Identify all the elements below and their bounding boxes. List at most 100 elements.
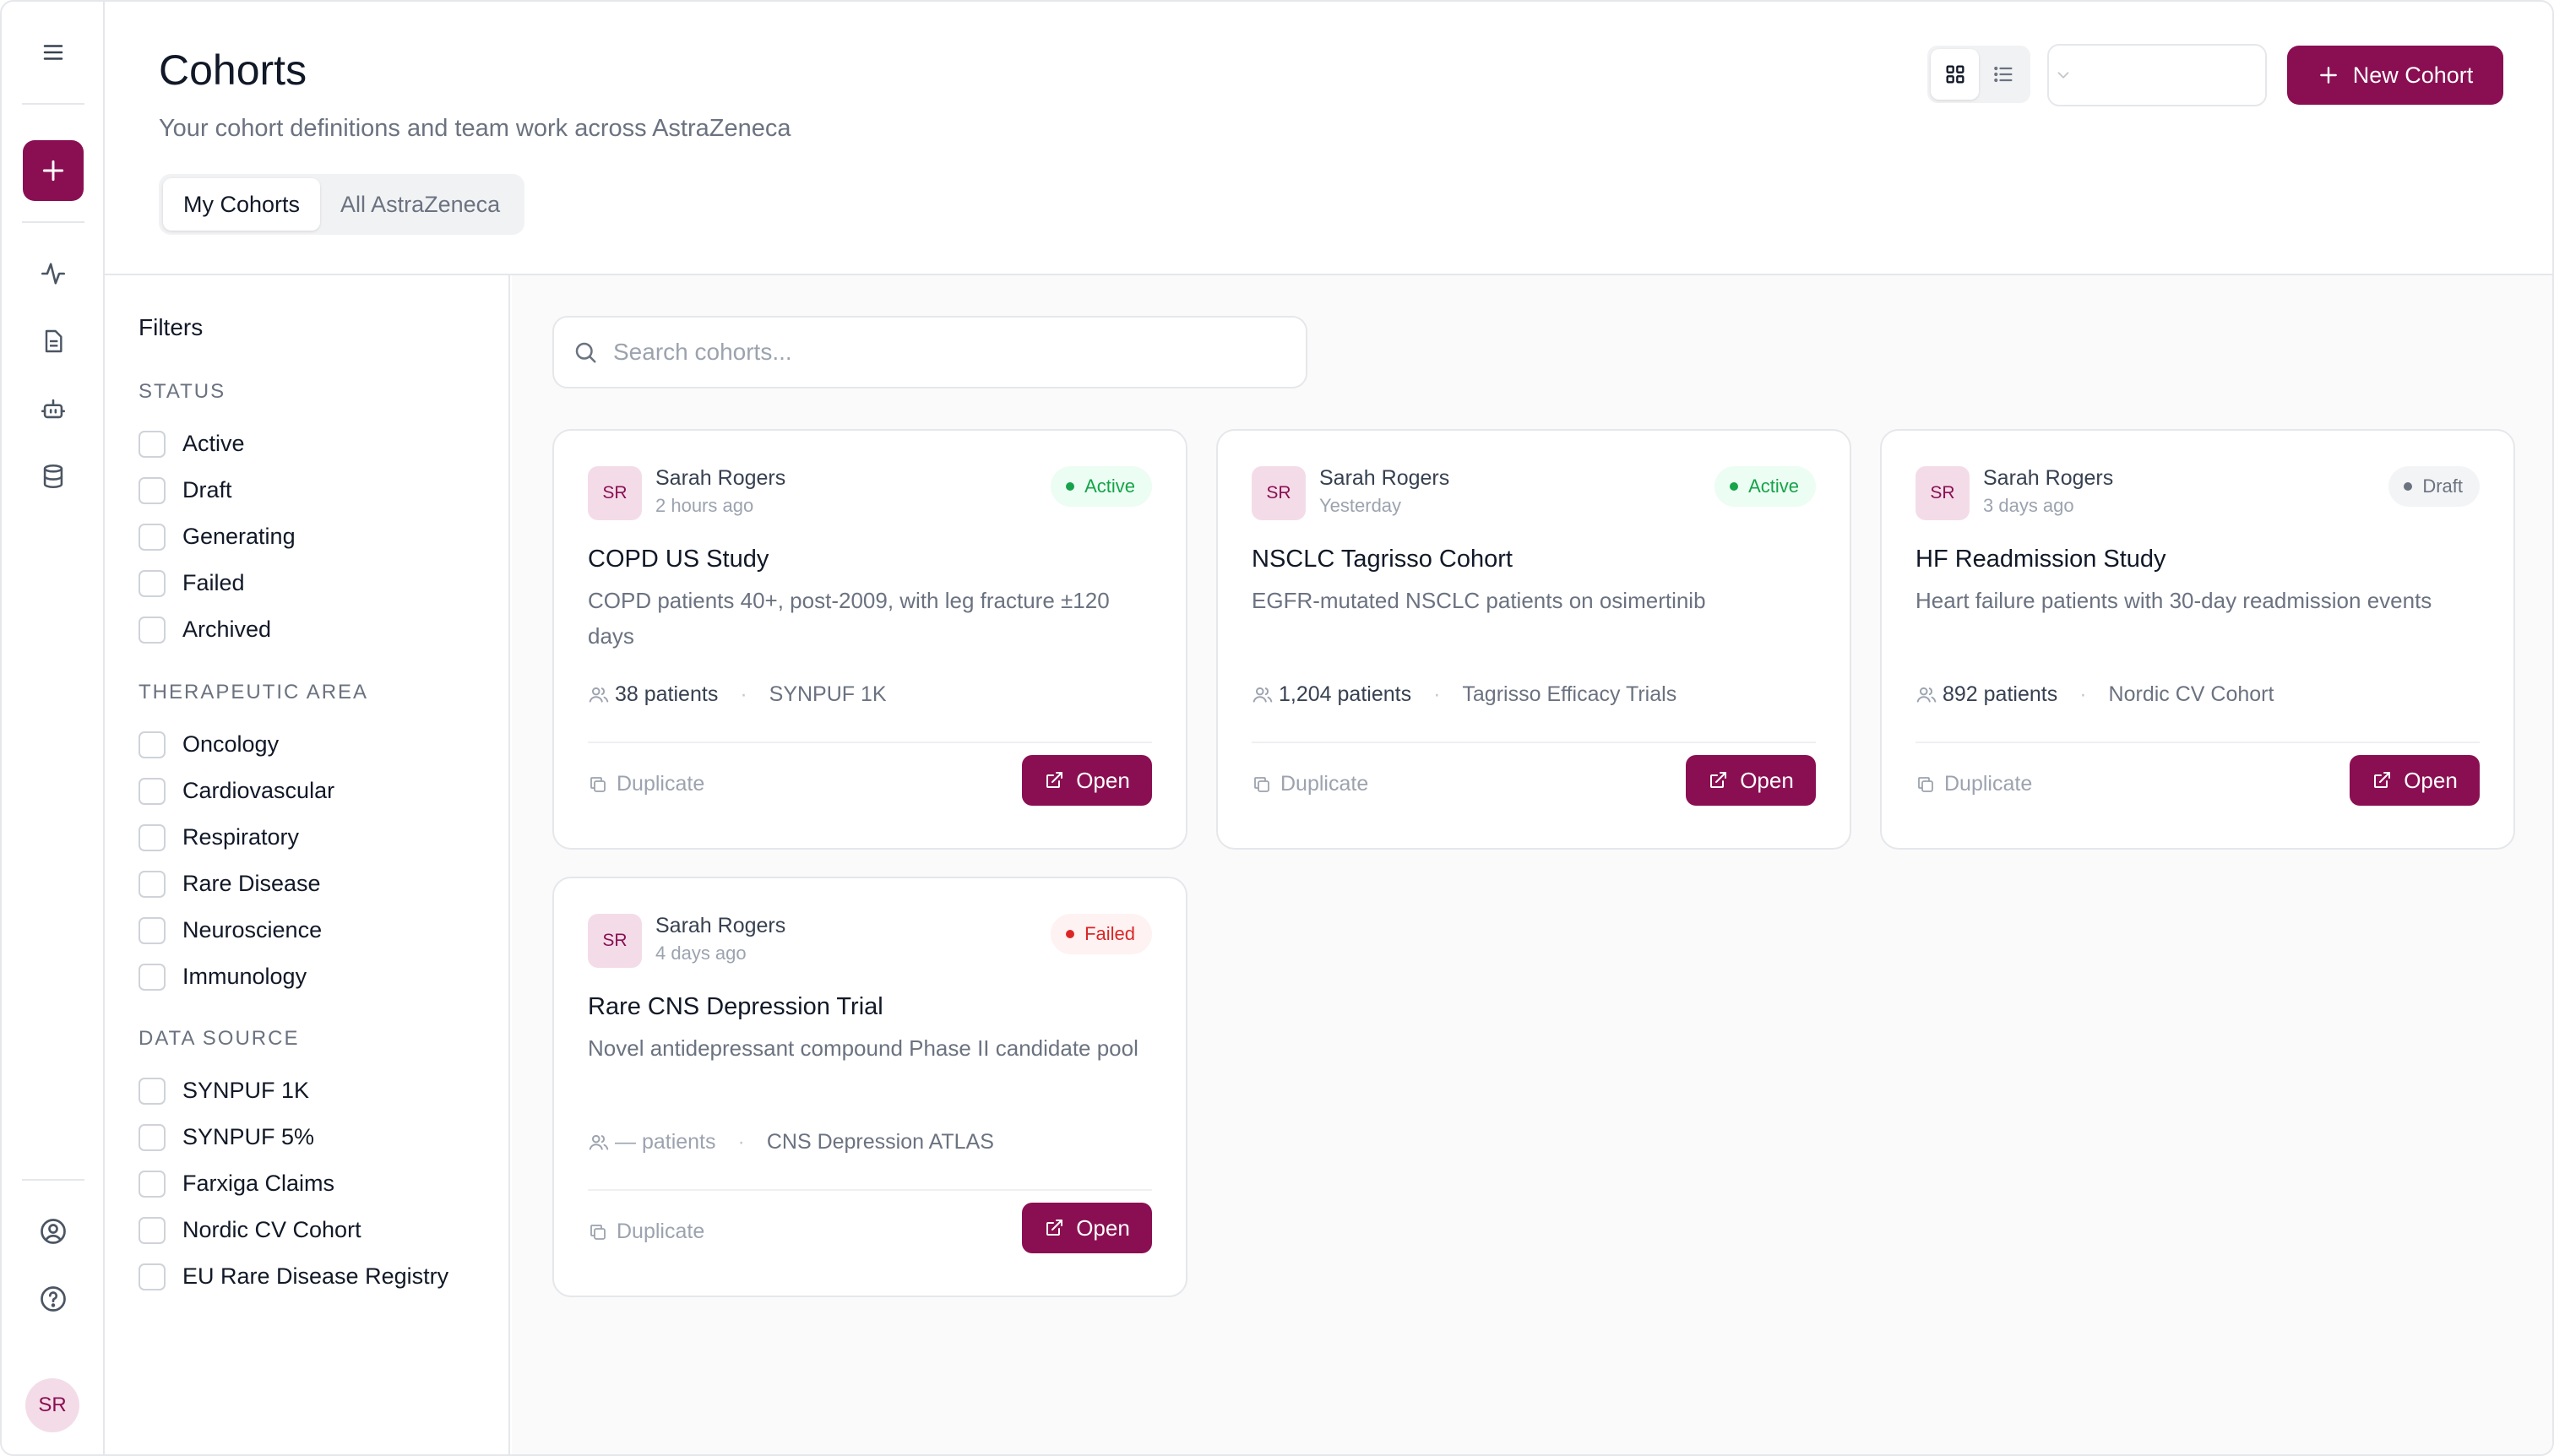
filter-option[interactable]: SYNPUF 5%	[139, 1114, 448, 1160]
filter-option[interactable]: EU Rare Disease Registry	[139, 1253, 448, 1300]
filter-checkbox[interactable]	[139, 731, 166, 758]
status-dot-icon	[1066, 482, 1075, 491]
grid-view-button[interactable]	[1931, 49, 1979, 100]
user-circle-icon[interactable]	[28, 1206, 79, 1257]
cohort-card[interactable]: SR Sarah Rogers Yesterday Active NSCLC Tagri…	[1216, 429, 1851, 850]
tab-my-cohorts[interactable]: My Cohorts	[163, 178, 321, 231]
filters-panel: Filters STATUS Active Draft Generating Faile…	[105, 275, 510, 1454]
filter-option[interactable]: Active	[139, 421, 296, 467]
status-badge: Active	[1051, 466, 1152, 507]
filter-option[interactable]: Nordic CV Cohort	[139, 1207, 448, 1253]
avatar[interactable]: SR	[25, 1378, 79, 1432]
filter-checkbox[interactable]	[139, 823, 166, 851]
activity-icon[interactable]	[28, 248, 79, 299]
plus-icon	[2319, 67, 2337, 84]
meta-separator: ·	[737, 1130, 745, 1154]
filter-option[interactable]: Rare Disease	[139, 861, 368, 907]
filter-label: Failed	[182, 570, 245, 595]
cohort-card[interactable]: SR Sarah Rogers 4 days ago Failed Rare CNS D…	[552, 877, 1187, 1297]
copy-icon	[590, 776, 606, 792]
filter-checkbox[interactable]	[139, 430, 166, 458]
cohort-meta: 38 patients · SYNPUF 1K	[588, 682, 887, 707]
open-button[interactable]: Open	[1022, 1203, 1152, 1253]
meta-separator: ·	[1433, 682, 1441, 706]
open-label: Open	[1076, 767, 1130, 793]
meta-separator: ·	[2079, 682, 2087, 706]
filter-checkbox[interactable]	[139, 963, 166, 991]
new-cohort-button[interactable]: New Cohort	[2287, 46, 2503, 105]
status-label: Active	[1748, 475, 1799, 497]
duplicate-label: Duplicate	[1280, 772, 1369, 796]
database-icon[interactable]	[28, 451, 79, 502]
filter-checkbox[interactable]	[139, 1263, 166, 1290]
open-button[interactable]: Open	[1686, 755, 1816, 806]
robot-icon[interactable]	[28, 383, 79, 434]
filter-label: Immunology	[182, 964, 307, 989]
filter-label: Nordic CV Cohort	[182, 1217, 361, 1242]
status-label: Active	[1084, 475, 1135, 497]
filter-checkbox[interactable]	[139, 1216, 166, 1244]
filter-option[interactable]: Cardiovascular	[139, 768, 368, 814]
filter-option[interactable]: Draft	[139, 467, 296, 513]
filter-checkbox[interactable]	[139, 616, 166, 644]
filter-checkbox[interactable]	[139, 916, 166, 944]
filter-label: SYNPUF 5%	[182, 1124, 315, 1149]
help-icon[interactable]	[28, 1274, 79, 1324]
updated-time: Yesterday	[1319, 495, 1402, 516]
external-link-icon	[1046, 1220, 1063, 1236]
filter-checkbox[interactable]	[139, 777, 166, 805]
status-dot-icon	[2404, 482, 2413, 491]
duplicate-button[interactable]: Duplicate	[1916, 772, 2032, 796]
filter-checkbox[interactable]	[139, 523, 166, 551]
owner-avatar: SR	[588, 466, 642, 520]
filter-option[interactable]: Generating	[139, 513, 296, 560]
users-icon	[1253, 687, 1273, 703]
cohort-title: COPD US Study	[588, 546, 769, 573]
card-divider	[588, 1189, 1152, 1191]
filters-title: Filters	[139, 314, 204, 340]
search-input[interactable]: Search cohorts...	[613, 339, 792, 366]
cohort-grid-area: Search cohorts... SR Sarah Rogers 2 hours …	[512, 275, 2552, 1454]
document-icon[interactable]	[28, 316, 79, 367]
tab-all-astrazeneca[interactable]: All AstraZeneca	[320, 178, 520, 231]
cohort-card[interactable]: SR Sarah Rogers 3 days ago Draft HF Readmiss…	[1880, 429, 2515, 850]
filter-label: Farxiga Claims	[182, 1171, 335, 1196]
rail-divider	[22, 103, 84, 105]
filter-option[interactable]: Failed	[139, 560, 296, 606]
filter-label: Active	[182, 431, 245, 456]
filter-checkbox[interactable]	[139, 1077, 166, 1105]
duplicate-button[interactable]: Duplicate	[1252, 772, 1368, 796]
sort-select[interactable]	[2047, 44, 2267, 106]
duplicate-label: Duplicate	[617, 1220, 705, 1243]
create-button[interactable]	[23, 140, 84, 201]
data-source: Tagrisso Efficacy Trials	[1462, 682, 1677, 706]
menu-icon[interactable]	[28, 27, 79, 78]
filter-checkbox[interactable]	[139, 870, 166, 898]
filter-group-title: THERAPEUTIC AREA	[139, 681, 369, 704]
owner-avatar: SR	[1252, 466, 1306, 520]
filter-checkbox[interactable]	[139, 1170, 166, 1198]
patient-count: — patients	[615, 1130, 716, 1154]
filter-option[interactable]: Archived	[139, 606, 296, 653]
cohort-card[interactable]: SR Sarah Rogers 2 hours ago Active COPD US S…	[552, 429, 1187, 850]
list-view-button[interactable]	[1979, 49, 2027, 100]
filter-option[interactable]: Respiratory	[139, 814, 368, 861]
page-subtitle: Your cohort definitions and team work ac…	[159, 115, 791, 142]
search-icon	[575, 342, 596, 363]
filter-option[interactable]: Immunology	[139, 953, 368, 1000]
filter-option[interactable]: Oncology	[139, 721, 368, 768]
open-button[interactable]: Open	[1022, 755, 1152, 806]
filter-label: Archived	[182, 617, 272, 642]
filter-option[interactable]: Neuroscience	[139, 907, 368, 953]
search-box[interactable]: Search cohorts...	[552, 316, 1307, 388]
filter-option[interactable]: SYNPUF 1K	[139, 1068, 448, 1114]
filter-checkbox[interactable]	[139, 569, 166, 597]
duplicate-label: Duplicate	[1944, 772, 2033, 796]
duplicate-button[interactable]: Duplicate	[588, 772, 704, 796]
filter-checkbox[interactable]	[139, 476, 166, 504]
open-button[interactable]: Open	[2350, 755, 2480, 806]
filter-option[interactable]: Farxiga Claims	[139, 1160, 448, 1207]
filter-checkbox[interactable]	[139, 1123, 166, 1151]
duplicate-button[interactable]: Duplicate	[588, 1220, 704, 1244]
view-toggle	[1927, 46, 2030, 103]
